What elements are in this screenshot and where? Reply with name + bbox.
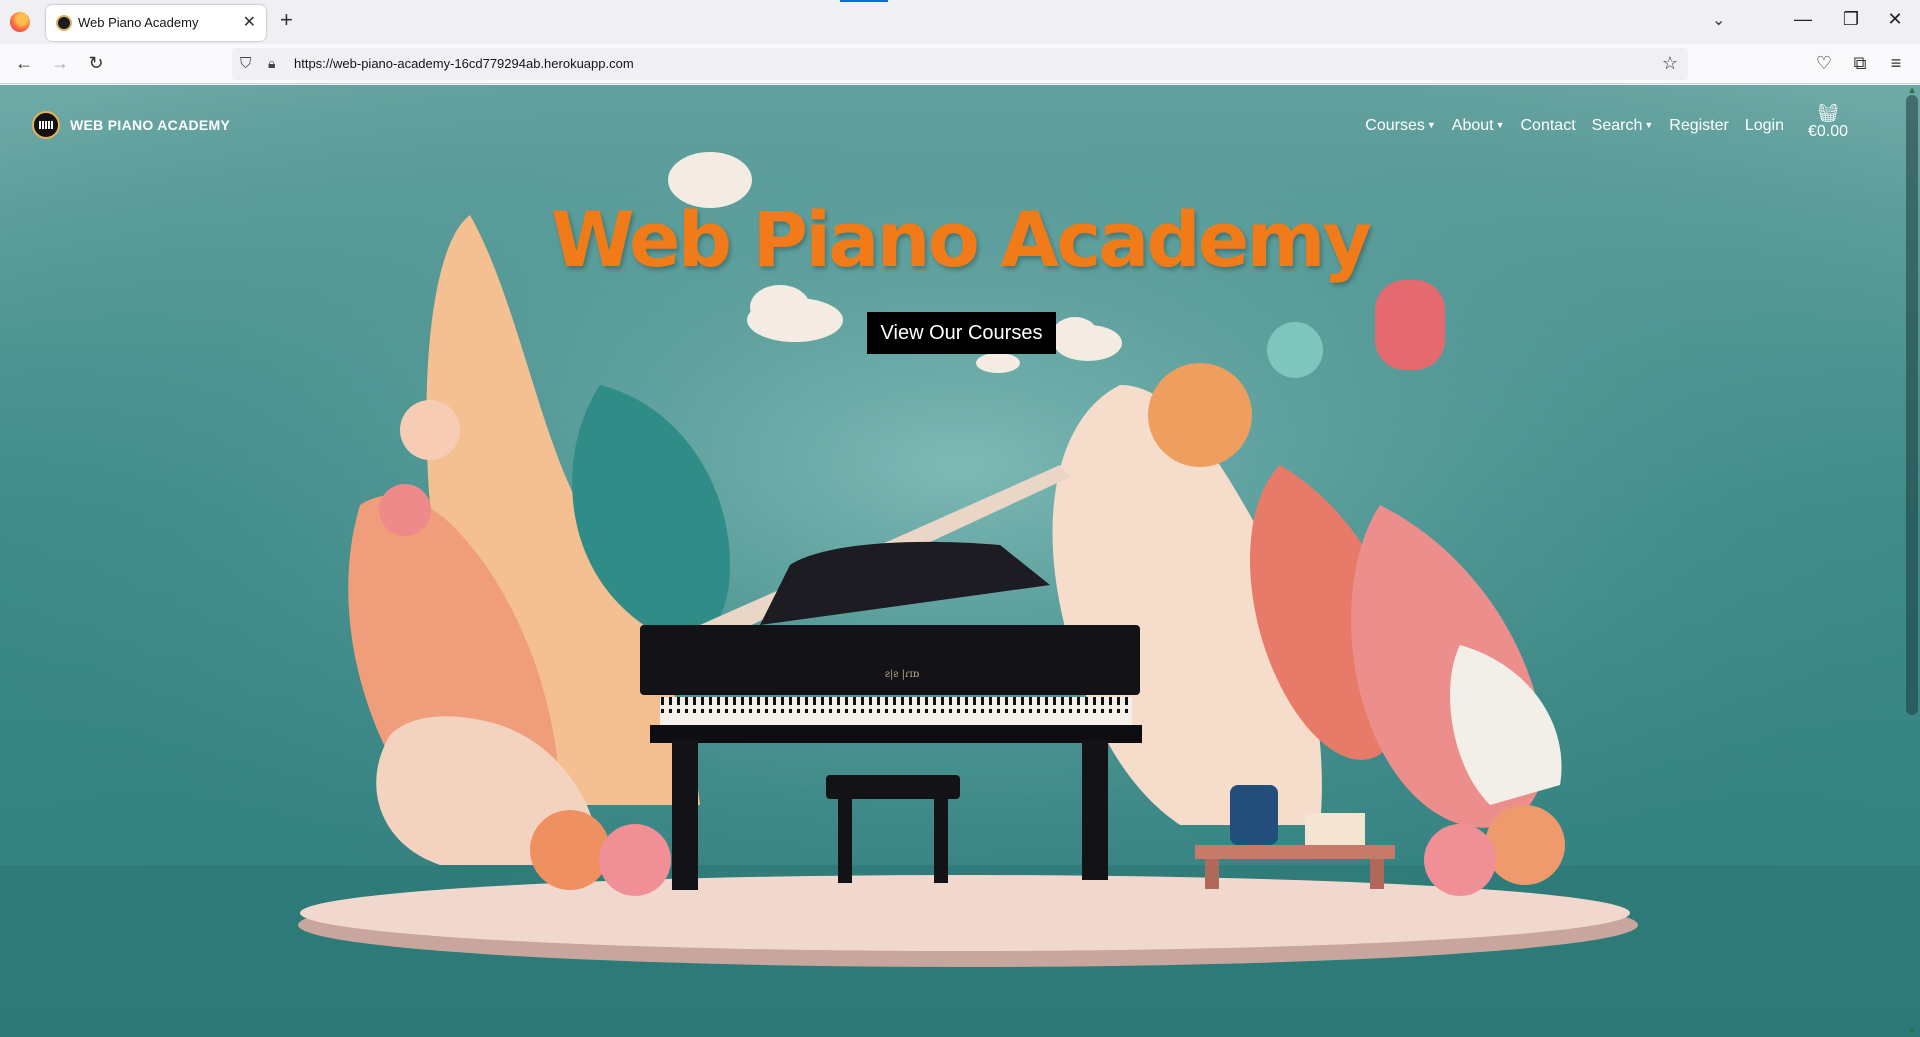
right-teal-flower <box>1267 322 1323 378</box>
menu-icon[interactable]: ≡ <box>1884 53 1908 74</box>
scrollbar-thumb[interactable] <box>1906 95 1918 715</box>
hero-title: Web Piano Academy <box>550 195 1372 284</box>
cart-link[interactable]: 🧺︎ €0.00 <box>1808 103 1848 141</box>
brand-name: WEB PIANO ACADEMY <box>70 117 231 133</box>
nav-about[interactable]: About ▼ <box>1452 117 1505 135</box>
nav-contact[interactable]: Contact <box>1521 117 1576 135</box>
nav-login[interactable]: Login <box>1745 117 1784 135</box>
view-courses-button[interactable]: View Our Courses <box>867 312 1056 354</box>
page-viewport: ƨ|ƨ |ɾɪɒ WEB PIANO ACADEMY Courses ▼ Abou… <box>0 85 1920 1037</box>
url-text[interactable]: https://web-piano-academy-16cd779294ab.h… <box>294 56 634 71</box>
tab-accent-line <box>840 0 888 2</box>
reload-icon[interactable]: ↻ <box>84 53 108 74</box>
nav-courses[interactable]: Courses ▼ <box>1365 117 1436 135</box>
lock-icon[interactable]: 🔒︎ <box>268 55 275 72</box>
site-brand[interactable]: WEB PIANO ACADEMY <box>32 111 230 139</box>
stage <box>300 875 1630 951</box>
right-red-flower <box>1375 280 1445 370</box>
right-orange-balloon <box>1148 363 1252 467</box>
url-bar[interactable]: ⛉ 🔒︎ https://web-piano-academy-16cd77929… <box>232 48 1688 80</box>
new-tab-button[interactable]: + <box>280 9 293 31</box>
restore-button[interactable]: ❐ <box>1828 9 1874 30</box>
left-pink-bush <box>599 824 671 896</box>
scroll-down-icon[interactable]: ▼ <box>1907 1026 1917 1037</box>
chevron-down-icon: ▼ <box>1495 120 1505 130</box>
shield-icon[interactable]: ⛉ <box>240 55 251 72</box>
right-orange-bush <box>1485 805 1565 885</box>
left-orange-bush <box>530 810 610 890</box>
tab-title: Web Piano Academy <box>78 15 199 30</box>
extensions-icon[interactable]: ⧉ <box>1848 53 1872 74</box>
right-pink-bush <box>1424 824 1496 896</box>
left-balloon <box>400 400 460 460</box>
window-close-button[interactable]: ✕ <box>1872 9 1918 30</box>
piano-brand-text: ƨ|ƨ |ɾɪɒ <box>885 669 920 680</box>
back-arrow-icon[interactable]: ← <box>12 53 36 74</box>
pocket-icon[interactable]: ♡ <box>1812 53 1836 74</box>
tab-close-icon[interactable]: ✕ <box>243 12 256 32</box>
forward-arrow-icon[interactable]: → <box>48 53 72 74</box>
site-favicon-icon <box>56 15 72 31</box>
firefox-logo-icon <box>10 12 30 32</box>
left-balloon-pink <box>379 484 431 536</box>
browser-nav-bar: ← → ↻ ⛉ 🔒︎ https://web-piano-academy-16c… <box>0 44 1920 84</box>
nav-register[interactable]: Register <box>1669 117 1729 135</box>
chevron-down-icon: ▼ <box>1644 120 1654 130</box>
minimize-button[interactable]: — <box>1780 9 1826 30</box>
nav-search[interactable]: Search ▼ <box>1592 117 1654 135</box>
browser-tab[interactable]: Web Piano Academy ✕ <box>46 5 266 41</box>
piano-logo-icon <box>32 111 60 139</box>
page-scrollbar[interactable]: ▲ ▼ <box>1904 85 1920 1037</box>
tab-list-chevron-icon[interactable]: ⌄ <box>1712 10 1725 30</box>
cart-total: €0.00 <box>1808 123 1849 140</box>
chevron-down-icon: ▼ <box>1426 120 1436 130</box>
basket-icon: 🧺︎ <box>1816 103 1840 123</box>
site-navigation: Courses ▼ About ▼ Contact Search ▼ Register… <box>1365 117 1784 135</box>
bookmark-star-icon[interactable]: ☆ <box>1662 53 1678 74</box>
browser-tab-bar: Web Piano Academy ✕ + ⌄ — ❐ ✕ <box>0 0 1920 44</box>
